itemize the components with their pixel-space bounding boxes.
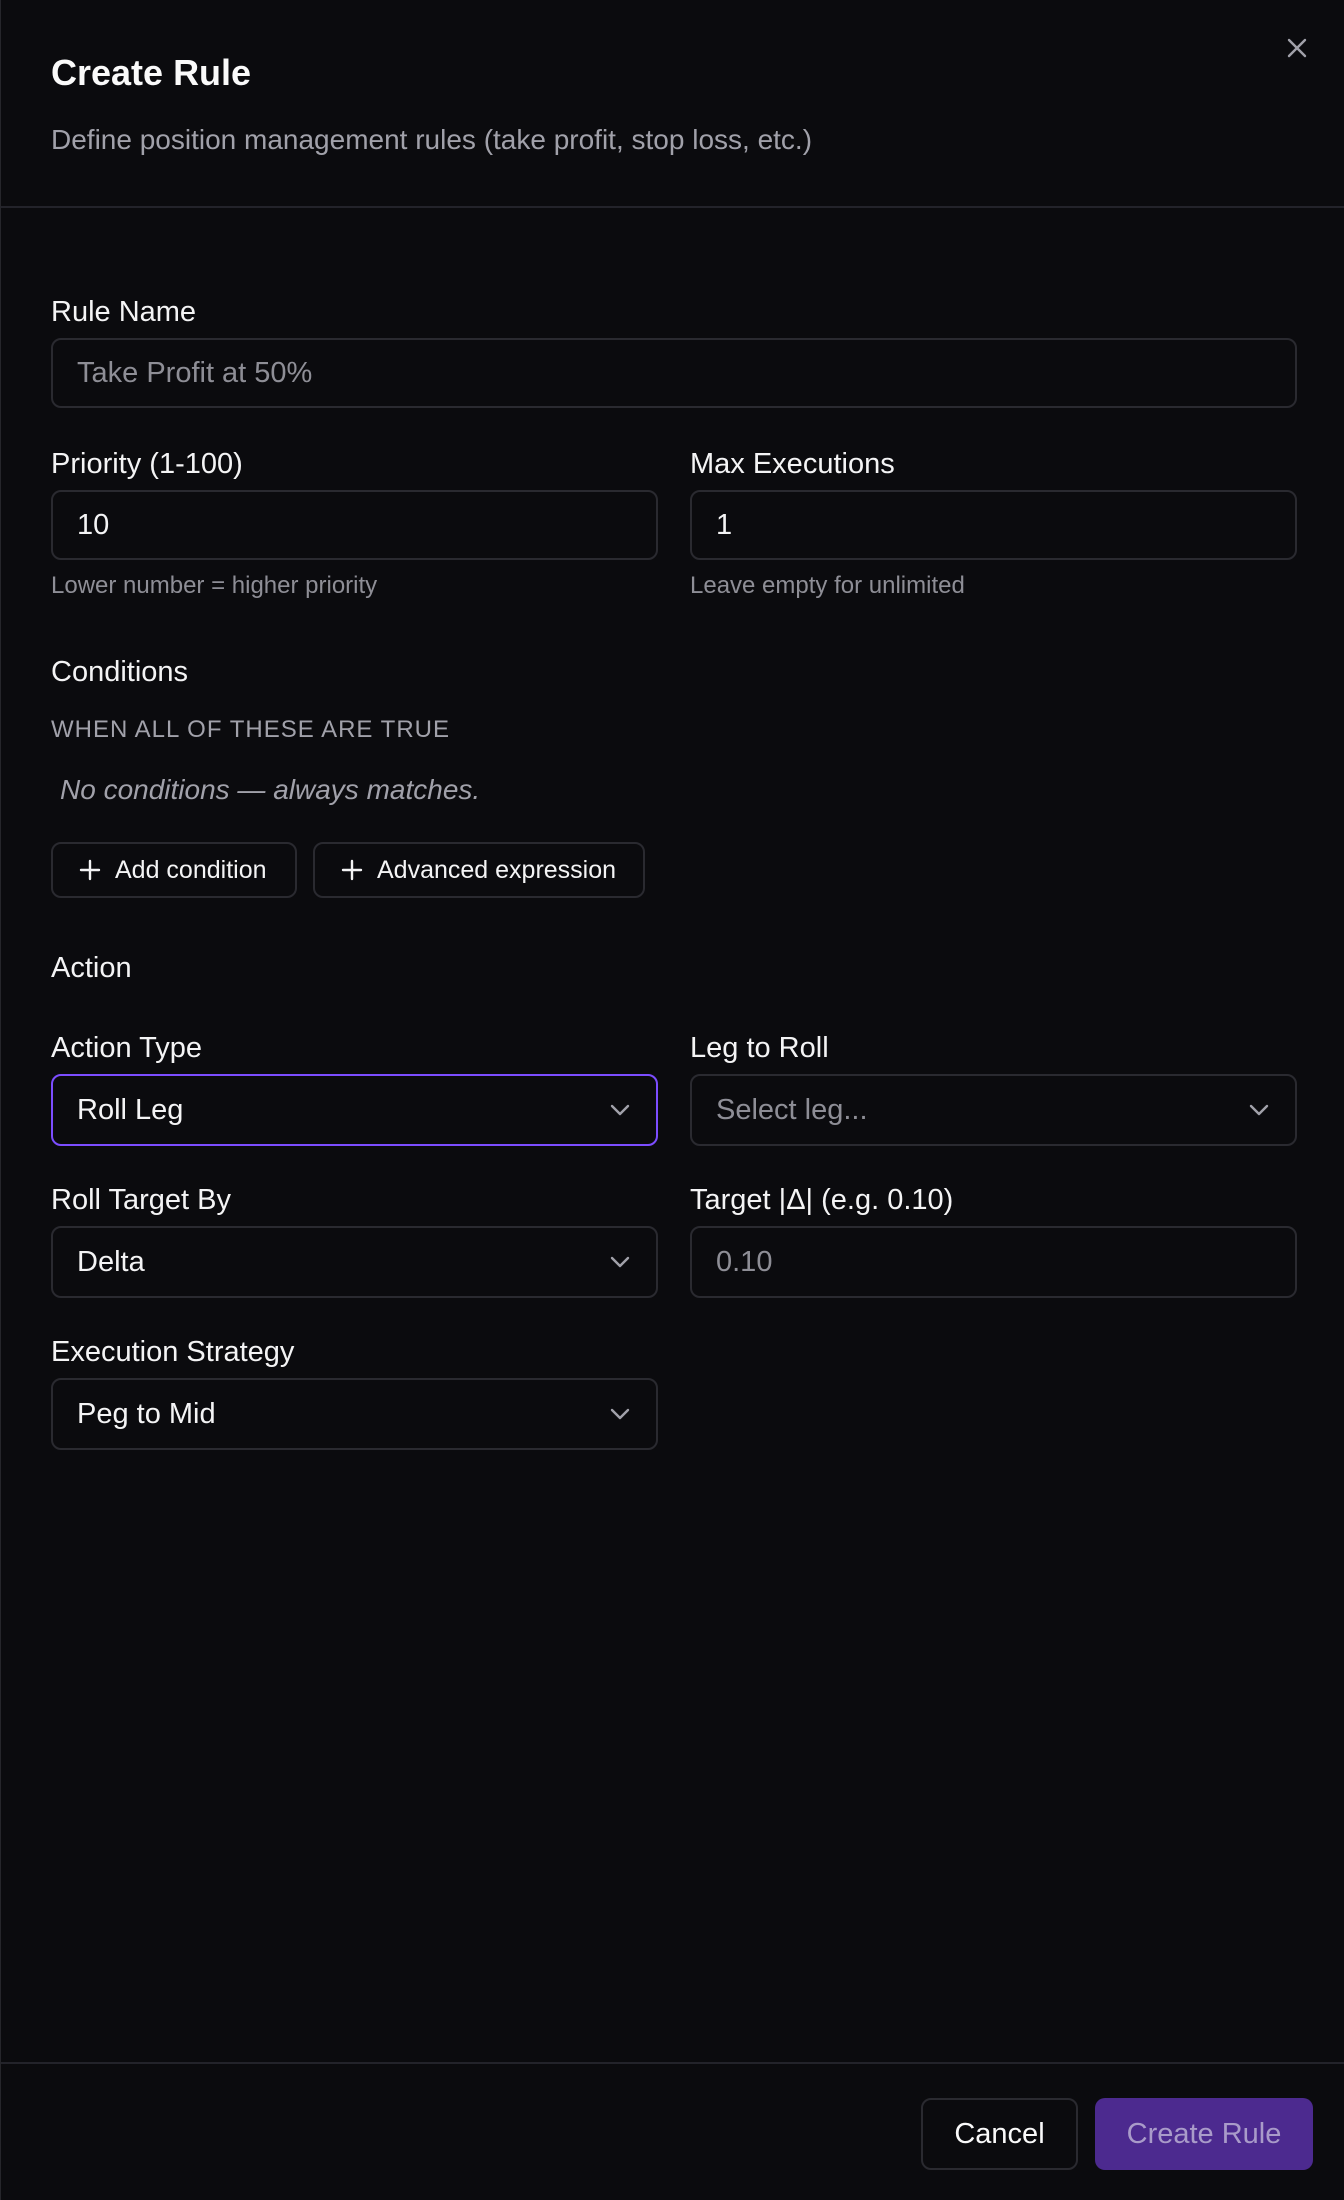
dialog-subtitle: Define position management rules (take p… [51,124,813,155]
dialog-footer: Cancel Create Rule [1,2062,1344,2200]
conditions-title: Conditions [51,656,189,688]
execution-strategy-label: Execution Strategy [51,1336,295,1368]
conditions-subtitle: WHEN ALL OF THESE ARE TRUE [51,716,450,743]
execution-strategy-select[interactable]: Peg to Mid [51,1378,658,1450]
leg-to-roll-placeholder: Select leg... [716,1093,868,1126]
roll-target-by-select[interactable]: Delta [51,1226,658,1298]
max-executions-input[interactable]: 1 [690,490,1297,560]
priority-hint: Lower number = higher priority [51,572,378,599]
advanced-expression-label: Advanced expression [377,855,617,884]
action-type-select[interactable]: Roll Leg [51,1074,658,1146]
max-executions-label: Max Executions [690,448,895,480]
execution-strategy-value: Peg to Mid [77,1397,216,1430]
cancel-button[interactable]: Cancel [921,2098,1078,2170]
plus-icon [79,859,101,881]
create-rule-dialog: Create Rule Define position management r… [0,0,1344,2200]
leg-to-roll-select[interactable]: Select leg... [690,1074,1297,1146]
rule-name-placeholder: Take Profit at 50% [77,356,313,389]
rule-name-input[interactable]: Take Profit at 50% [51,338,1297,408]
chevron-down-icon [1247,1098,1271,1122]
target-delta-input[interactable]: 0.10 [690,1226,1297,1298]
max-executions-hint: Leave empty for unlimited [690,572,965,599]
action-title: Action [51,952,132,984]
dialog-title: Create Rule [51,52,252,93]
conditions-empty-text: No conditions — always matches. [60,774,481,805]
priority-value: 10 [77,508,110,541]
max-executions-value: 1 [716,508,733,541]
action-type-label: Action Type [51,1032,203,1064]
target-delta-label: Target |Δ| (e.g. 0.10) [690,1184,954,1216]
dialog-header: Create Rule Define position management r… [1,0,1344,208]
close-button[interactable] [1277,30,1317,70]
create-rule-button[interactable]: Create Rule [1095,2098,1313,2170]
add-condition-label: Add condition [115,855,267,884]
add-condition-button[interactable]: Add condition [51,842,297,898]
advanced-expression-button[interactable]: Advanced expression [313,842,645,898]
plus-icon [341,859,363,881]
roll-target-by-value: Delta [77,1245,145,1278]
chevron-down-icon [608,1402,632,1426]
leg-to-roll-label: Leg to Roll [690,1032,829,1064]
priority-label: Priority (1-100) [51,448,243,480]
target-delta-placeholder: 0.10 [716,1245,773,1278]
chevron-down-icon [608,1098,632,1122]
roll-target-by-label: Roll Target By [51,1184,231,1216]
chevron-down-icon [608,1250,632,1274]
rule-name-label: Rule Name [51,296,197,328]
priority-input[interactable]: 10 [51,490,658,560]
action-type-value: Roll Leg [77,1093,184,1126]
close-icon [1285,36,1309,65]
